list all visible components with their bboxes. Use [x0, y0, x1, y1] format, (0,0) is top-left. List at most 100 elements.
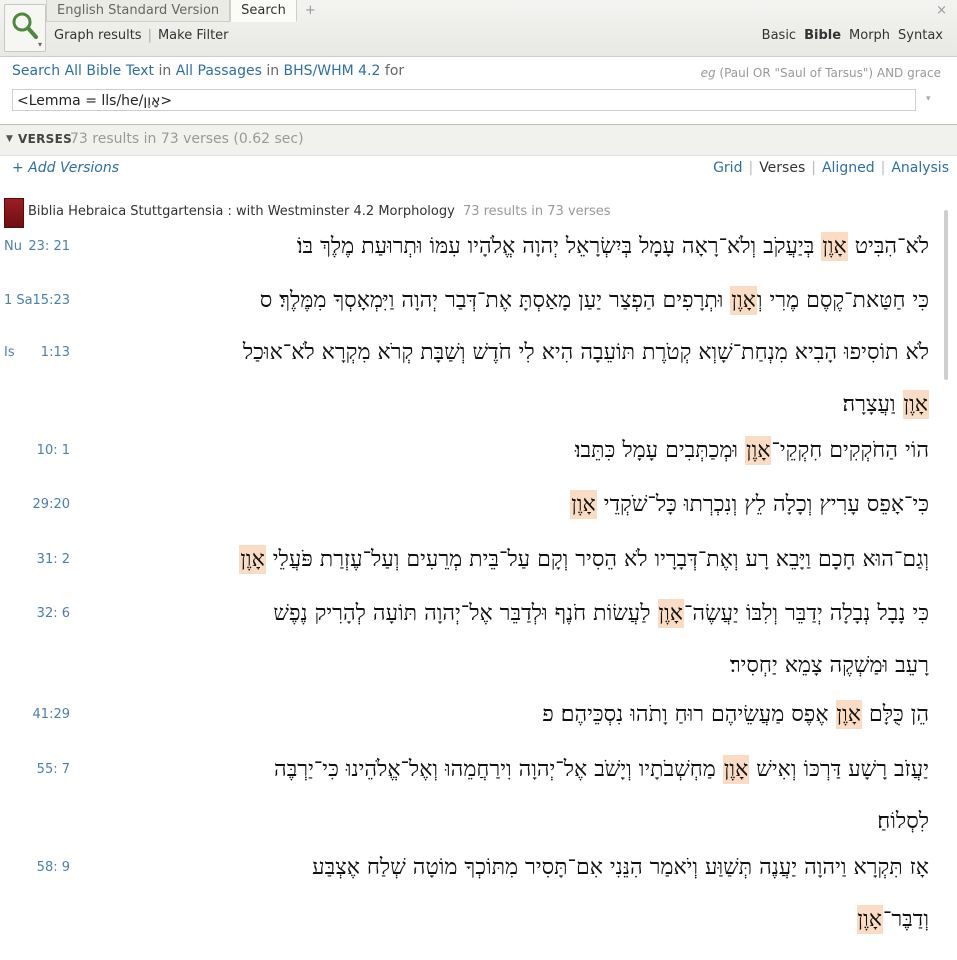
search-hit-highlight[interactable]: אָוֶן [730, 286, 757, 315]
version-link[interactable]: BHS/WHM 4.2 [284, 63, 381, 79]
query-description: Search All Bible Text in All Passages in… [12, 63, 404, 79]
verse-text: מַחְשְׁבֹתָיו וְיָשֹׁב אֶל־יְהוָה וִירַח… [274, 757, 723, 782]
verse-chapter-verse: 31: 2 [36, 552, 70, 567]
verse-text-line[interactable]: רָעֵב וּמַשְׁקֶה צָמֵא יַחְסִיר׃ [730, 652, 929, 678]
verse-text-line[interactable]: הֵן כֻּלָּם אָוֶן אֶפֶס מַעֲשֵׂיהֶם רוּח… [542, 700, 929, 729]
verse-reference[interactable]: Nu 23: 21 [4, 239, 70, 257]
chevron-down-icon[interactable]: ▾ [926, 94, 931, 104]
verse-text-line[interactable]: לֹא תוֹסִיפוּ הָבִיא מִנְחַת־שָׁוְא קְטֹ… [243, 339, 929, 365]
verse-text-line[interactable]: לִסְלוֹחַ׃ [877, 808, 929, 834]
add-versions-link[interactable]: + Add Versions [12, 160, 119, 176]
verse-text: אָז תִּקְרָא וַיהוָה יַעֲנֶה תְּשַׁוַּע … [312, 855, 929, 880]
verse-reference[interactable]: 10: 1 [4, 443, 70, 461]
verse-text: וּמְכַתְּבִים עָמָל כִּתֵּבוּ׃ [574, 438, 746, 463]
verse-chapter-verse: 10: 1 [36, 443, 70, 458]
eg-prefix: eg [700, 66, 716, 80]
verse-reference[interactable]: 58: 9 [4, 860, 70, 878]
verse-text: בְּיַעֲקֹב וְלֹא־רָאָה עָמָל בְּיִשְׂרָא… [296, 234, 822, 259]
search-hit-highlight[interactable]: אָוֶן [745, 436, 772, 465]
verse-reference[interactable]: Is 1:13 [4, 345, 70, 363]
all-passages-link[interactable]: All Passages [176, 63, 262, 79]
close-icon[interactable]: × [936, 3, 947, 18]
verse-text: הוֹי הַחֹקְקִים חִקְקֵי־ [771, 438, 929, 463]
top-toolbar: ▾ English Standard Version Search + × Gr… [0, 0, 957, 57]
divider: | [811, 160, 816, 176]
verse-text: וְדַבֶּר־ [882, 907, 929, 932]
verse-text: יַעֲזֹב רָשָׁע דַּרְכּוֹ וְאִישׁ [749, 757, 929, 782]
verse-text: כִּי חַטַּאת־קֶסֶם מֶרִי וְ [756, 288, 929, 313]
collapse-triangle-icon[interactable]: ▼ [6, 134, 13, 144]
search-hit-highlight[interactable]: אָוֶן [722, 755, 750, 784]
search-hit-highlight[interactable]: אָוֶן [570, 490, 597, 519]
search-hit-highlight[interactable]: אָוֶן [821, 232, 848, 261]
verse-reference[interactable]: 41:29 [4, 707, 70, 725]
search-hit-highlight[interactable]: אָוֶן [657, 599, 684, 628]
make-filter-button[interactable]: Make Filter [158, 28, 229, 43]
verse-text: וַעֲצָרָה׃ [842, 392, 903, 417]
for-label: for [384, 63, 405, 79]
scrollbar-thumb[interactable] [944, 210, 948, 380]
verse-text-line[interactable]: וְדַבֶּר־אָוֶן׃ [856, 905, 929, 934]
all-bible-text-link[interactable]: All Bible Text [65, 63, 154, 79]
view-analysis[interactable]: Analysis [891, 160, 949, 176]
resource-count: 73 results in 73 verses [462, 204, 611, 219]
verse-text: וּתְרָפִים הַפְצַר יַעַן מָאַסְתָּ אֶת־ד… [259, 288, 731, 313]
verse-reference[interactable]: 29:20 [4, 497, 70, 515]
verse-text: הֵן כֻּלָּם [861, 702, 929, 727]
verses-section-header[interactable]: ▼ VERSES 73 results in 73 verses (0.62 s… [0, 125, 957, 156]
search-hit-highlight[interactable]: אָוֶן [856, 905, 883, 934]
verse-text-line[interactable]: כִּי חַטַּאת־קֶסֶם מֶרִי וְאָוֶן וּתְרָפ… [259, 286, 929, 315]
new-tab-button[interactable]: + [297, 0, 324, 21]
search-link[interactable]: Search [12, 63, 60, 79]
verse-text: לַעֲשׂוֹת חֹנֶף וּלְדַבֵּר אֶל־יְהוָה תּ… [273, 601, 658, 626]
verse-chapter-verse: 23: 21 [28, 239, 70, 254]
verse-reference[interactable]: 55: 7 [4, 762, 70, 780]
results-summary: 73 results in 73 verses (0.62 sec) [70, 131, 304, 147]
verse-text-line[interactable]: כִּי נָבָל נְבָלָה יְדַבֵּר וְלִבּוֹ יַע… [273, 599, 929, 628]
verse-reference[interactable]: 1 Sa 15:23 [4, 293, 70, 311]
view-verses[interactable]: Verses [759, 160, 805, 176]
mode-basic[interactable]: Basic [762, 28, 796, 43]
view-aligned[interactable]: Aligned [822, 160, 875, 176]
verse-chapter-verse: 15:23 [32, 293, 70, 308]
search-hit-highlight[interactable]: אָוֶן [902, 390, 929, 419]
chevron-down-icon: ▾ [37, 40, 42, 49]
resource-name[interactable]: Biblia Hebraica Stuttgartensia : with We… [28, 204, 455, 219]
verse-text: לֹא תוֹסִיפוּ הָבִיא מִנְחַת־שָׁוְא קְטֹ… [242, 340, 929, 365]
verse-chapter-verse: 55: 7 [36, 762, 70, 777]
book-cover-icon[interactable] [4, 198, 24, 228]
verse-text-line[interactable]: אָוֶן וַעֲצָרָה׃ [842, 390, 929, 419]
query-example: eg (Paul OR "Saul of Tarsus") AND grace [701, 66, 941, 80]
verse-reference[interactable]: 32: 6 [4, 606, 70, 624]
tab-esv[interactable]: English Standard Version [46, 0, 231, 22]
view-grid[interactable]: Grid [713, 160, 742, 176]
graph-results-button[interactable]: Graph results [54, 28, 142, 43]
verse-text: אֶפֶס מַעֲשֵׂיהֶם רוּחַ וָתֹהוּ נִסְכֵּי… [542, 702, 836, 727]
search-mode-tabs: Basic Bible Morph Syntax [762, 28, 943, 43]
verse-text: רָעֵב וּמַשְׁקֶה צָמֵא יַחְסִיר׃ [729, 653, 929, 678]
verse-chapter-verse: 29:20 [32, 497, 70, 512]
verse-text-line[interactable]: כִּי־אָפֵס עָרִיץ וְכָלָה לֵץ וְנִכְרְתו… [570, 490, 929, 519]
section-label: VERSES [18, 132, 73, 146]
verse-text-line[interactable]: לֹא־הִבִּיט אָוֶן בְּיַעֲקֹב וְלֹא־רָאָה… [296, 232, 929, 261]
verse-text-line[interactable]: יַעֲזֹב רָשָׁע דַּרְכּוֹ וְאִישׁ אָוֶן מ… [274, 755, 929, 784]
verse-text-line[interactable]: וְגַם־הוּא חָכָם וַיָּבֵא רָע וְאֶת־דְּב… [239, 545, 929, 574]
verse-text-line[interactable]: אָז תִּקְרָא וַיהוָה יַעֲנֶה תְּשַׁוַּע … [312, 854, 929, 880]
verse-text-line[interactable]: הוֹי הַחֹקְקִים חִקְקֵי־אָוֶן וּמְכַתְּב… [574, 436, 929, 465]
verse-reference[interactable]: 31: 2 [4, 552, 70, 570]
in-label: in [266, 63, 280, 79]
magnifier-icon [12, 12, 38, 39]
search-hit-highlight[interactable]: אָוֶן [835, 700, 862, 729]
verse-text: לֹא־הִבִּיט [847, 234, 929, 259]
mode-syntax[interactable]: Syntax [898, 28, 943, 43]
divider: | [147, 28, 152, 43]
mode-morph[interactable]: Morph [849, 28, 890, 43]
verse-chapter-verse: 1:13 [40, 345, 70, 360]
tab-search[interactable]: Search [230, 0, 297, 22]
mode-bible[interactable]: Bible [804, 28, 841, 43]
search-input[interactable]: <Lemma = lls/he/אָוֶן> [12, 89, 916, 111]
search-hit-highlight[interactable]: אָוֶן [239, 545, 266, 574]
search-panel-button[interactable]: ▾ [4, 4, 46, 52]
in-label: in [158, 63, 172, 79]
verse-chapter-verse: 32: 6 [36, 606, 70, 621]
